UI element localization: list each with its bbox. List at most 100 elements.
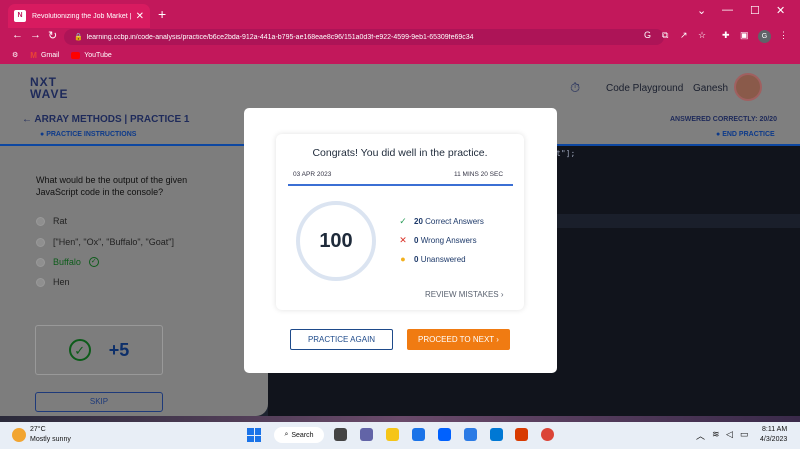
chevron-down-icon[interactable]: ⌄ — [697, 4, 706, 17]
new-tab-button[interactable]: + — [158, 6, 166, 22]
stat-count: 0 — [414, 254, 419, 264]
cross-icon: ✕ — [399, 235, 407, 245]
end-practice-button[interactable]: ● END PRACTICE — [716, 131, 775, 138]
search-label: Search — [291, 431, 314, 439]
option-label: Buffalo — [53, 257, 81, 267]
weather-temperature[interactable]: 27°C — [30, 426, 46, 433]
weather-sun-icon[interactable] — [12, 428, 26, 442]
practice-again-button[interactable]: PRACTICE AGAIN — [290, 329, 393, 350]
chrome-icon[interactable] — [541, 428, 554, 441]
bookmark-gmail[interactable]: M Gmail — [30, 51, 59, 60]
check-icon: ✓ — [399, 216, 407, 226]
bookmark-label: YouTube — [84, 51, 112, 59]
address-bar[interactable]: 🔒 learning.ccbp.in/code-analysis/practic… — [64, 29, 664, 45]
taskbar-search[interactable]: ⌕ Search — [274, 427, 324, 443]
chevron-up-icon[interactable]: ︿ — [696, 429, 705, 442]
office-icon[interactable] — [515, 428, 528, 441]
skip-button[interactable]: SKIP — [35, 392, 163, 412]
back-arrow-icon[interactable]: ← — [22, 114, 32, 125]
sidepanel-icon[interactable]: ▣ — [740, 30, 749, 41]
chevron-right-icon: › — [500, 290, 504, 299]
bookmarks-bar: ⚙ M Gmail YouTube — [0, 46, 800, 64]
proceed-label: PROCEED TO NEXT — [418, 335, 495, 344]
search-icon: ⌕ — [284, 431, 289, 438]
browser-tab[interactable]: N Revolutionizing the Job Market | ✕ — [8, 4, 150, 28]
option-label: Hen — [53, 277, 70, 287]
task-view-icon[interactable] — [334, 428, 347, 441]
stat-wrong: ✕ 0 Wrong Answers — [399, 235, 476, 246]
practice-duration: 11 MINS 20 SEC — [454, 171, 504, 178]
site-favicon-icon: N — [14, 10, 26, 22]
close-tab-icon[interactable]: ✕ — [136, 11, 144, 22]
code-text: t"]; — [556, 149, 576, 158]
stat-count: 0 — [414, 236, 419, 245]
user-name[interactable]: Ganesh — [693, 83, 728, 94]
nxtwave-logo[interactable]: NXT WAVE — [30, 76, 68, 100]
radio-button[interactable] — [36, 237, 45, 247]
answered-correctly-status: ANSWERED CORRECTLY: 20/20 — [670, 116, 777, 123]
lock-icon: 🔒 — [74, 34, 83, 41]
close-window-icon[interactable]: ✕ — [776, 4, 785, 17]
option-label: ["Hen", "Ox", "Buffalo", "Goat"] — [53, 237, 174, 247]
radio-button[interactable] — [36, 257, 45, 267]
maximize-icon[interactable]: ☐ — [750, 4, 760, 17]
windows-start-icon[interactable] — [247, 428, 261, 442]
option-1[interactable]: Rat — [36, 216, 67, 226]
bookmark-label: Gmail — [40, 51, 60, 59]
radio-button[interactable] — [36, 277, 45, 287]
review-mistakes-link[interactable]: REVIEW MISTAKES › — [425, 290, 504, 299]
reload-icon[interactable]: ↻ — [48, 29, 57, 42]
menu-icon[interactable]: ⋮ — [779, 30, 788, 41]
practice-title[interactable]: ← ARRAY METHODS | PRACTICE 1 — [22, 114, 189, 125]
question-text: What would be the output of the given Ja… — [36, 175, 188, 197]
radio-button[interactable] — [36, 216, 45, 226]
minimize-icon[interactable]: — — [722, 4, 733, 16]
stat-label: Correct Answers — [425, 217, 484, 226]
score-value: 100 — [319, 229, 353, 252]
translate-icon[interactable]: ⧉ — [662, 30, 668, 41]
clock-time[interactable]: 8:11 AM — [762, 426, 787, 433]
star-icon[interactable]: ☆ — [698, 30, 706, 41]
clock-date[interactable]: 4/3/2023 — [760, 436, 787, 443]
teams-chat-icon[interactable] — [360, 428, 373, 441]
code-playground-link[interactable]: Code Playground — [606, 83, 683, 94]
app-icon[interactable] — [464, 428, 477, 441]
forward-icon[interactable]: → — [30, 29, 41, 41]
option-4[interactable]: Hen — [36, 277, 70, 287]
practice-date: 03 APR 2023 — [293, 171, 332, 178]
option-3-correct[interactable]: Buffalo ✓ — [36, 257, 99, 267]
extensions-icon[interactable]: ✚ — [722, 30, 730, 41]
practice-instructions-link[interactable]: ● PRACTICE INSTRUCTIONS — [40, 131, 136, 138]
back-icon[interactable]: ← — [12, 29, 23, 41]
url-text: learning.ccbp.in/code-analysis/practice/… — [86, 33, 474, 41]
profile-avatar[interactable]: G — [758, 30, 771, 43]
stat-correct: ✓ 20 Correct Answers — [399, 216, 484, 227]
mail-icon[interactable] — [412, 428, 425, 441]
file-explorer-icon[interactable] — [386, 428, 399, 441]
results-divider — [288, 184, 513, 186]
proceed-to-next-button[interactable]: PROCEED TO NEXT › — [407, 329, 510, 350]
info-dot-icon: ● — [40, 131, 45, 138]
end-icon: ● — [716, 131, 721, 138]
stat-count: 20 — [414, 217, 423, 226]
option-2[interactable]: ["Hen", "Ox", "Buffalo", "Goat"] — [36, 237, 174, 247]
bookmark-youtube[interactable]: YouTube — [71, 51, 112, 59]
store-icon[interactable] — [490, 428, 503, 441]
stat-label: Unanswered — [420, 254, 466, 264]
wifi-icon[interactable]: ≋ — [712, 429, 720, 440]
practice-title-text: ARRAY METHODS | PRACTICE 1 — [34, 114, 190, 125]
bookmark-apps-icon[interactable]: ⚙ — [12, 51, 18, 59]
battery-icon[interactable]: ▭ — [740, 429, 749, 440]
tab-title: Revolutionizing the Job Market | — [32, 12, 132, 20]
share-icon[interactable]: ↗ — [680, 30, 688, 41]
user-avatar[interactable] — [734, 73, 762, 101]
volume-icon[interactable]: ◁ — [726, 429, 733, 440]
google-icon[interactable]: G — [644, 30, 651, 40]
weather-description[interactable]: Mostly sunny — [30, 436, 71, 443]
dropbox-icon[interactable] — [438, 428, 451, 441]
chevron-right-icon: › — [496, 335, 499, 344]
stopwatch-icon[interactable]: ⏱ — [570, 80, 580, 96]
windows-taskbar — [0, 422, 800, 449]
option-label: Rat — [53, 216, 68, 226]
stat-unanswered: ● 0 Unanswered — [399, 254, 466, 264]
